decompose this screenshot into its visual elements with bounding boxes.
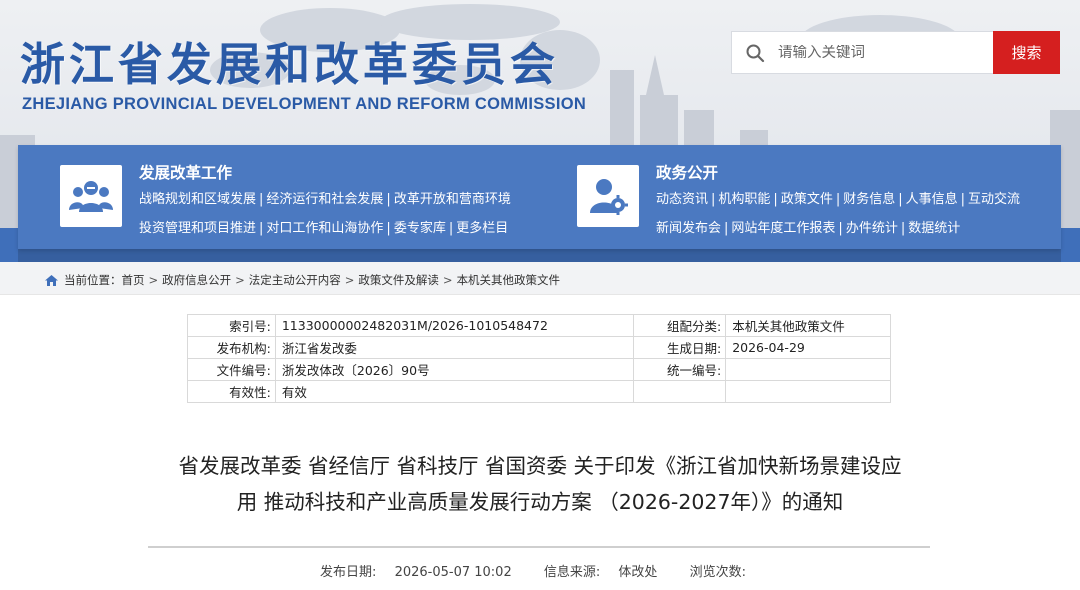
nav-link-policy-docs[interactable]: 政策文件 <box>781 192 833 207</box>
publish-date-label: 发布日期: <box>320 565 377 580</box>
info-source: 信息来源: 体改处 <box>537 565 665 580</box>
nav-link-data-statistics[interactable]: 数据统计 <box>908 221 960 236</box>
people-group-icon <box>69 181 113 212</box>
nav-link-more-columns[interactable]: 更多栏目 <box>456 221 508 236</box>
search-input[interactable] <box>778 44 978 61</box>
document-title: 省发展改革委 省经信厅 省科技厅 省国资委 关于印发《浙江省加快新场景建设应 用… <box>150 448 930 520</box>
nav-separator: | <box>711 192 716 207</box>
breadcrumb-separator: > <box>148 273 159 287</box>
nav-separator: | <box>838 221 843 236</box>
nav-link-press-conference[interactable]: 新闻发布会 <box>656 221 721 236</box>
publish-date: 发布日期: 2026-05-07 10:02 <box>313 565 519 580</box>
breadcrumb-gov-info[interactable]: 政府信息公开 <box>162 272 231 288</box>
document-title-line1: 省发展改革委 省经信厅 省科技厅 省国资委 关于印发《浙江省加快新场景建设应 <box>178 454 902 478</box>
info-source-value: 体改处 <box>618 565 658 580</box>
search-button[interactable]: 搜索 <box>993 31 1060 74</box>
info-value: 2026-04-29 <box>725 336 891 359</box>
breadcrumb-separator: > <box>235 273 245 287</box>
nav-separator: | <box>386 221 391 236</box>
site-logo-en: ZHEJIANG PROVINCIAL DEVELOPMENT AND REFO… <box>22 95 587 113</box>
publish-date-value: 2026-05-07 10:02 <box>394 565 512 580</box>
nav-link-strategy-planning[interactable]: 战略规划和区域发展 <box>139 192 256 207</box>
breadcrumb-prefix: 当前位置： <box>64 273 122 287</box>
nav-links-left: 战略规划和区域发展 | 经济运行和社会发展 | 改革开放和营商环境 投资管理和项目推进 |… <box>139 189 559 247</box>
breadcrumb-separator: > <box>442 273 453 287</box>
nav-link-finance[interactable]: 财务信息 <box>843 192 895 207</box>
view-count-label: 浏览次数: <box>689 565 746 580</box>
table-row: 有效性: 有效 <box>187 380 891 403</box>
table-row: 文件编号: 浙发改体改〔2026〕90号 统一编号: <box>187 358 891 381</box>
nav-link-investment-management[interactable]: 投资管理和项目推进 <box>139 221 256 236</box>
home-icon <box>45 274 58 286</box>
info-label <box>633 380 727 403</box>
nav-link-personnel[interactable]: 人事信息 <box>906 192 958 207</box>
breadcrumb-bar: 当前位置： 首页 > 政府信息公开 > 法定主动公开内容 > 政策文件及解读 >… <box>0 262 1080 295</box>
nav-panel-shadow <box>18 249 1061 262</box>
title-divider <box>148 546 930 548</box>
breadcrumb-policy-docs[interactable]: 政策文件及解读 <box>358 272 439 288</box>
nav-link-reform-opening[interactable]: 改革开放和营商环境 <box>394 192 511 207</box>
breadcrumb-home[interactable]: 首页 <box>122 272 145 288</box>
nav-separator: | <box>724 221 729 236</box>
nav-separator: | <box>898 192 903 207</box>
nav-links-right: 动态资讯 | 机构职能 | 政策文件 | 财务信息 | 人事信息 | 互动交流 新闻发布会 | 网站年度… <box>656 189 1076 247</box>
info-value: 有效 <box>274 380 635 403</box>
site-logo-cn[interactable]: 浙江省发展和改革委员会 <box>20 28 559 93</box>
breadcrumb-separator: > <box>344 273 355 287</box>
info-label: 生成日期: <box>633 336 727 359</box>
nav-separator: | <box>773 192 778 207</box>
info-value: 浙江省发改委 <box>274 336 635 359</box>
document-meta: 发布日期: 2026-05-07 10:02 信息来源: 体改处 浏览次数: <box>0 561 1080 580</box>
nav-separator: | <box>900 221 906 236</box>
nav-separator: | <box>835 192 841 207</box>
nav-section-government-affairs: 政务公开 动态资讯 | 机构职能 | 政策文件 | 财务信息 | 人事信息 | 互动交流 新闻发布会… <box>577 145 1061 249</box>
info-value: 浙发改体改〔2026〕90号 <box>274 358 635 381</box>
table-row: 索引号: 11330000002482031M/2026-1010548472 … <box>187 314 891 337</box>
info-label: 文件编号: <box>187 358 276 381</box>
search-box <box>731 31 993 74</box>
info-label: 有效性: <box>187 380 276 403</box>
view-count: 浏览次数: <box>683 565 767 580</box>
breadcrumb: 当前位置： 首页 > 政府信息公开 > 法定主动公开内容 > 政策文件及解读 >… <box>45 272 560 288</box>
nav-row: 新闻发布会 | 网站年度工作报表 | 办件统计 | 数据统计 <box>656 218 1076 247</box>
nav-separator: | <box>448 221 454 236</box>
nav-link-functions[interactable]: 机构职能 <box>718 192 770 207</box>
nav-link-counterpart-work[interactable]: 对口工作和山海协作 <box>266 221 383 236</box>
nav-separator: | <box>386 192 391 207</box>
breadcrumb-legal-disclosure[interactable]: 法定主动公开内容 <box>249 272 341 288</box>
nav-iconbox-left[interactable] <box>60 165 122 227</box>
nav-link-news[interactable]: 动态资讯 <box>656 192 708 207</box>
info-value: 本机关其他政策文件 <box>725 314 891 337</box>
nav-title-government-affairs[interactable]: 政务公开 <box>656 161 718 183</box>
info-label: 统一编号: <box>633 358 727 381</box>
table-row: 发布机构: 浙江省发改委 生成日期: 2026-04-29 <box>187 336 891 359</box>
nav-link-case-statistics[interactable]: 办件统计 <box>846 221 898 236</box>
breadcrumb-other-policy[interactable]: 本机关其他政策文件 <box>457 272 561 288</box>
info-source-label: 信息来源: <box>543 565 601 580</box>
info-label: 发布机构: <box>187 336 276 359</box>
nav-link-economic-operation[interactable]: 经济运行和社会发展 <box>266 192 383 207</box>
nav-title-development-reform[interactable]: 发展改革工作 <box>139 161 232 183</box>
info-value <box>725 380 891 403</box>
search-icon <box>732 31 778 74</box>
nav-row: 投资管理和项目推进 | 对口工作和山海协作 | 委专家库 | 更多栏目 <box>139 218 559 247</box>
nav-separator: | <box>960 192 966 207</box>
document-info-table: 索引号: 11330000002482031M/2026-1010548472 … <box>187 314 891 403</box>
info-value: 11330000002482031M/2026-1010548472 <box>274 314 635 337</box>
info-label: 组配分类: <box>633 314 727 337</box>
nav-section-development-reform: 发展改革工作 战略规划和区域发展 | 经济运行和社会发展 | 改革开放和营商环境 投资管… <box>60 145 560 249</box>
info-label: 索引号: <box>187 314 276 337</box>
info-value <box>725 358 891 381</box>
user-gear-icon <box>590 179 628 215</box>
document-title-line2: 用 推动科技和产业高质量发展行动方案 （2026-2027年）》的通知 <box>236 490 844 514</box>
nav-iconbox-right[interactable] <box>577 165 639 227</box>
nav-row: 动态资讯 | 机构职能 | 政策文件 | 财务信息 | 人事信息 | 互动交流 <box>656 189 1076 218</box>
nav-link-expert-pool[interactable]: 委专家库 <box>394 221 446 236</box>
nav-link-interaction[interactable]: 互动交流 <box>968 192 1020 207</box>
nav-separator: | <box>259 221 264 236</box>
nav-row: 战略规划和区域发展 | 经济运行和社会发展 | 改革开放和营商环境 <box>139 189 559 218</box>
nav-panel: 发展改革工作 战略规划和区域发展 | 经济运行和社会发展 | 改革开放和营商环境 投资管… <box>18 145 1061 249</box>
nav-separator: | <box>259 192 264 207</box>
nav-link-annual-report[interactable]: 网站年度工作报表 <box>731 221 835 236</box>
